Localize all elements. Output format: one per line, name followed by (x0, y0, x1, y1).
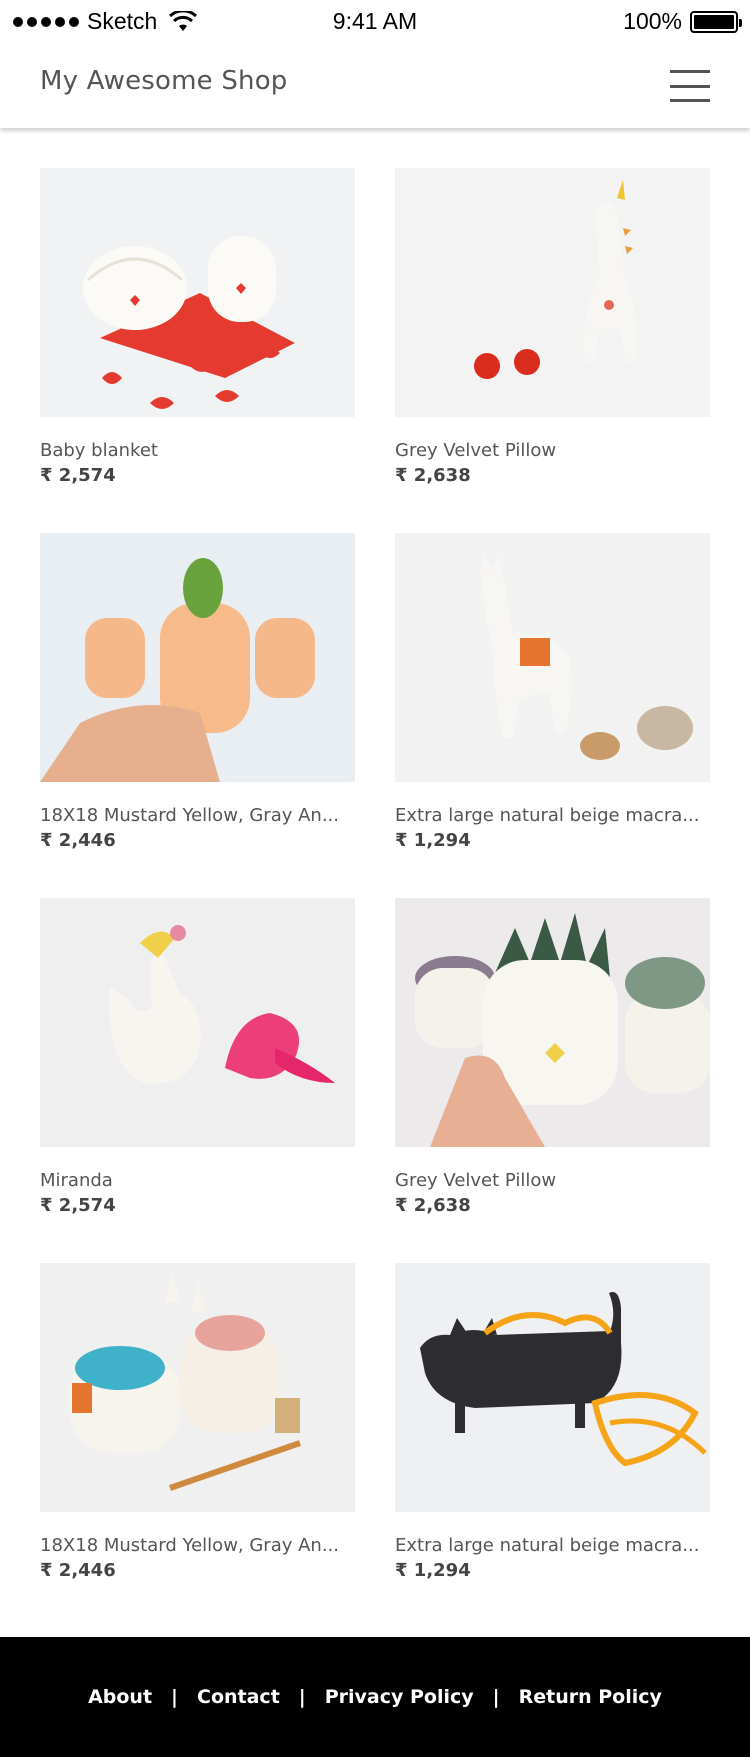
footer-separator: | (298, 1686, 306, 1708)
product-price: ₹ 2,638 (395, 1195, 471, 1216)
product-name[interactable]: Miranda (40, 1170, 355, 1191)
product-card[interactable]: Baby blanket ₹ 2,574 (40, 168, 355, 533)
hamburger-menu-icon[interactable] (670, 70, 712, 102)
product-image[interactable] (395, 533, 710, 782)
footer-separator: | (171, 1686, 178, 1708)
footer-link-return-policy[interactable]: Return Policy (519, 1686, 662, 1708)
product-image[interactable] (40, 533, 355, 782)
product-card[interactable]: Extra large natural beige macra... ₹ 1,2… (395, 533, 710, 898)
product-card[interactable]: Grey Velvet Pillow ₹ 2,638 (395, 898, 710, 1263)
product-card[interactable]: 18X18 Mustard Yellow, Gray An... ₹ 2,446 (40, 1263, 355, 1628)
product-card[interactable]: Miranda ₹ 2,574 (40, 898, 355, 1263)
product-card[interactable]: 18X18 Mustard Yellow, Gray An... ₹ 2,446 (40, 533, 355, 898)
footer-link-about[interactable]: About (88, 1686, 152, 1708)
footer-separator: | (492, 1686, 500, 1708)
product-price: ₹ 2,446 (40, 1560, 116, 1581)
battery-icon (690, 10, 742, 33)
product-price: ₹ 1,294 (395, 830, 471, 851)
product-price: ₹ 2,574 (40, 1195, 116, 1216)
product-name[interactable]: 18X18 Mustard Yellow, Gray An... (40, 805, 355, 826)
product-grid: Baby blanket ₹ 2,574 Grey Velvet Pillow … (40, 168, 710, 1628)
product-image[interactable] (395, 168, 710, 417)
product-price: ₹ 2,574 (40, 465, 116, 486)
battery-percentage: 100% (623, 8, 682, 34)
product-image[interactable] (40, 898, 355, 1147)
product-card[interactable]: Grey Velvet Pillow ₹ 2,638 (395, 168, 710, 533)
app-header: My Awesome Shop (0, 44, 750, 128)
product-name[interactable]: Baby blanket (40, 440, 355, 461)
product-name[interactable]: Extra large natural beige macra... (395, 805, 710, 826)
product-card[interactable]: Extra large natural beige macra... ₹ 1,2… (395, 1263, 710, 1628)
status-bar: Sketch 9:41 AM 100% (0, 0, 750, 44)
footer-links: About | Contact | Privacy Policy | Retur… (88, 1686, 662, 1708)
product-name[interactable]: Grey Velvet Pillow (395, 440, 710, 461)
shop-title: My Awesome Shop (40, 66, 288, 96)
footer-link-privacy-policy[interactable]: Privacy Policy (325, 1686, 474, 1708)
footer: About | Contact | Privacy Policy | Retur… (0, 1637, 750, 1757)
product-image[interactable] (40, 1263, 355, 1512)
product-name[interactable]: 18X18 Mustard Yellow, Gray An... (40, 1535, 355, 1556)
product-price: ₹ 2,638 (395, 465, 471, 486)
product-name[interactable]: Grey Velvet Pillow (395, 1170, 710, 1191)
product-price: ₹ 2,446 (40, 830, 116, 851)
product-image[interactable] (395, 898, 710, 1147)
product-image[interactable] (40, 168, 355, 417)
product-price: ₹ 1,294 (395, 1560, 471, 1581)
product-name[interactable]: Extra large natural beige macra... (395, 1535, 710, 1556)
footer-link-contact[interactable]: Contact (197, 1686, 280, 1708)
status-right: 100% (623, 8, 742, 35)
product-image[interactable] (395, 1263, 710, 1512)
